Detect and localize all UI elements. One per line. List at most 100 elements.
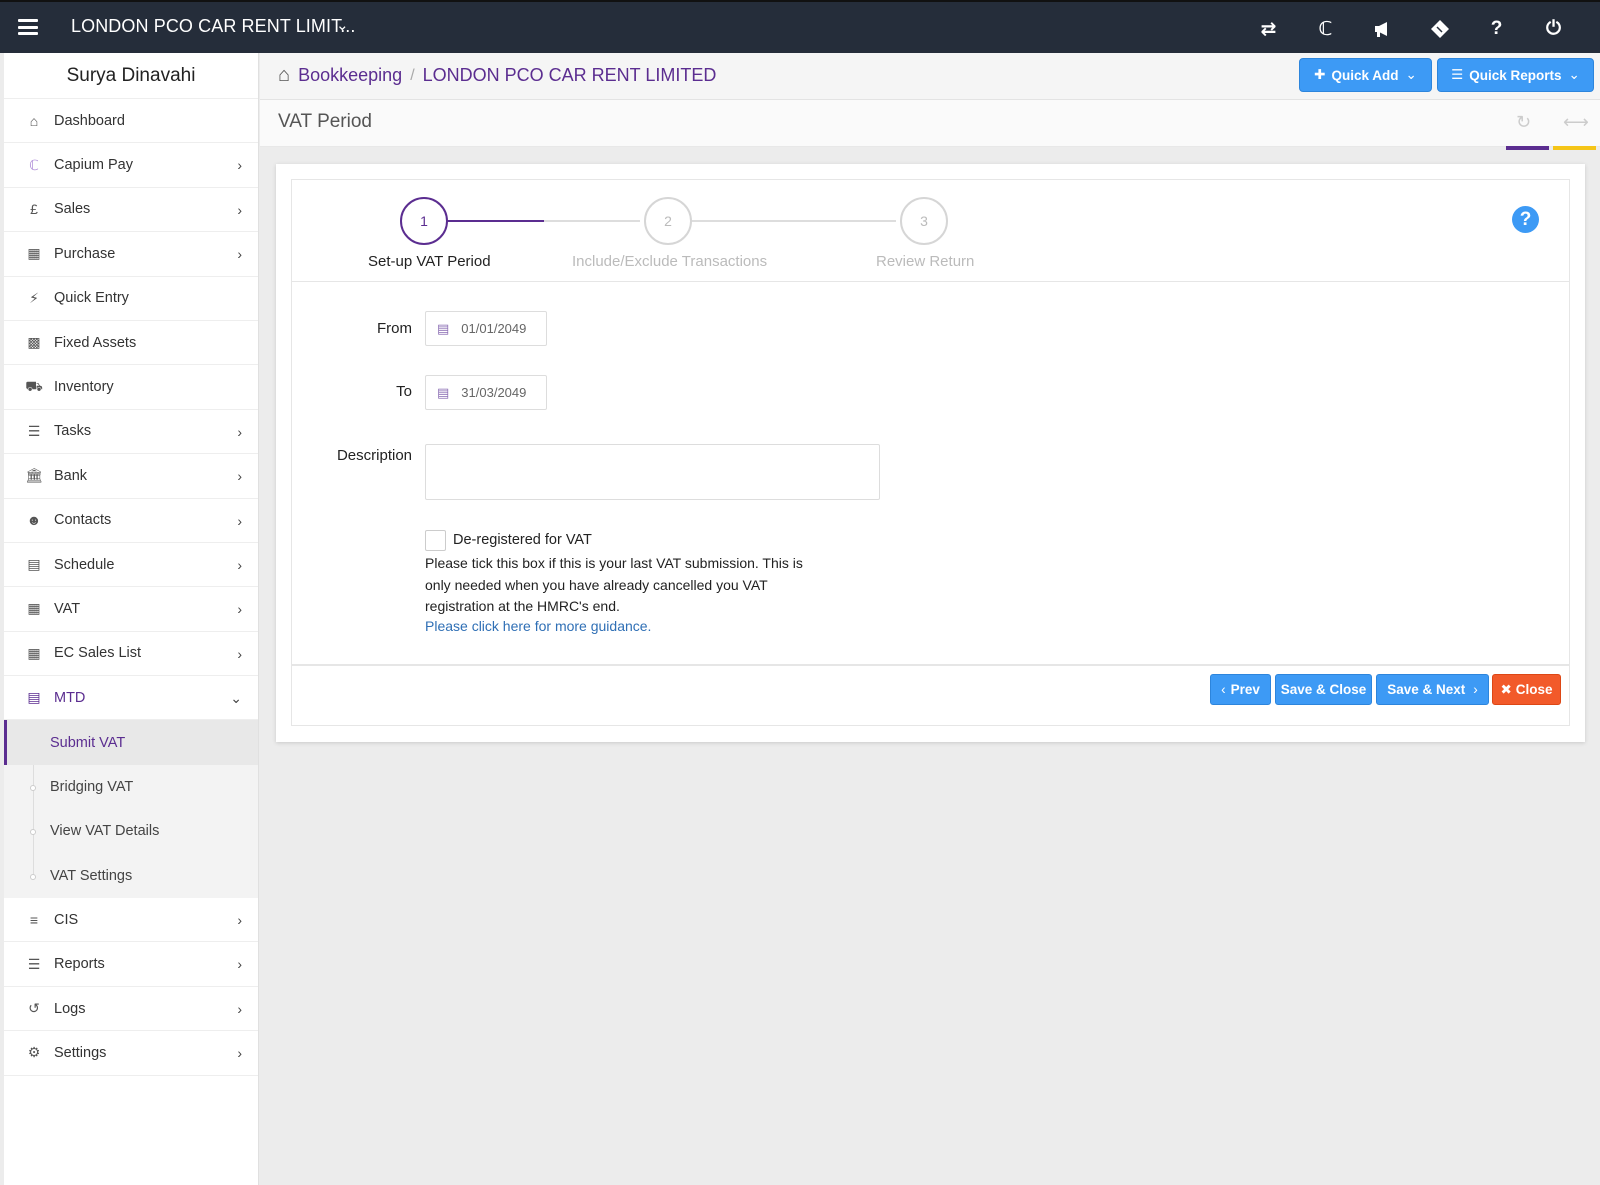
sidebar-item-label: VAT (54, 600, 81, 617)
megaphone-icon[interactable] (1354, 14, 1411, 44)
step-3-circle[interactable]: 3 (900, 197, 948, 245)
mtd-submenu: Submit VAT Bridging VAT View VAT Details… (4, 720, 258, 899)
help-icon[interactable]: ? (1468, 14, 1525, 44)
ticket-icon[interactable] (1411, 14, 1468, 44)
sidebar-subitem-label: Submit VAT (50, 734, 126, 751)
sidebar-item-label: Purchase (54, 245, 116, 262)
sidebar-subitem-label: VAT Settings (50, 867, 133, 884)
chevron-right-icon: › (237, 601, 242, 618)
close-button[interactable]: ✖ Close (1492, 674, 1561, 705)
description-label: Description (336, 447, 412, 464)
chevron-down-icon: ⌄ (1405, 67, 1417, 82)
sidebar-item-bank[interactable]: 🏛 Bank › (4, 454, 258, 499)
list-icon: ☰ (1451, 67, 1464, 82)
indent-icon: ≡ (29, 911, 39, 928)
sidebar-item-label: Fixed Assets (54, 334, 137, 351)
accent-bar-yellow (1553, 146, 1596, 150)
sidebar-item-capium-pay[interactable]: ℂ Capium Pay › (4, 143, 258, 188)
breadcrumb-bar: ⌂ Bookkeeping / LONDON PCO CAR RENT LIMI… (260, 53, 1600, 100)
truck-icon: ⛟ (25, 377, 43, 394)
save-next-button[interactable]: Save & Next › (1376, 674, 1489, 705)
sidebar-item-logs[interactable]: ↺ Logs › (4, 987, 258, 1032)
sidebar-item-reports[interactable]: ☰ Reports › (4, 942, 258, 987)
sidebar-item-label: Capium Pay (54, 157, 133, 174)
calendar-icon: ▤ (27, 689, 41, 706)
step-2-label: Include/Exclude Transactions (572, 253, 768, 270)
menu-toggle-icon[interactable] (18, 19, 38, 35)
cogs-icon: ⚙ (27, 1044, 41, 1061)
list-icon: ☰ (27, 955, 41, 972)
pound-icon: £ (30, 201, 38, 218)
chevron-right-icon: › (237, 423, 242, 440)
sidebar-item-fixed-assets[interactable]: ▩ Fixed Assets (4, 321, 258, 366)
chevron-down-icon[interactable]: ⌄ (336, 16, 349, 34)
breadcrumb-current[interactable]: LONDON PCO CAR RENT LIMITED (423, 65, 717, 86)
sidebar-subitem-label: Bridging VAT (50, 779, 134, 796)
sidebar-item-contacts[interactable]: ☻ Contacts › (4, 499, 258, 543)
sidebar-item-purchase[interactable]: ▦ Purchase › (4, 232, 258, 277)
bolt-icon: ⚡ (29, 289, 39, 306)
chevron-down-icon: ⌄ (230, 690, 242, 707)
sidebar-item-dashboard[interactable]: ⌂ Dashboard (4, 99, 258, 144)
sidebar-item-label: Quick Entry (54, 290, 129, 307)
main-panel: 1 2 3 Set-up VAT Period Include/Exclude … (276, 164, 1585, 742)
vat-period-card: 1 2 3 Set-up VAT Period Include/Exclude … (291, 179, 1570, 726)
sidebar-subitem-bridging-vat[interactable]: Bridging VAT (4, 765, 258, 809)
sidebar-item-tasks[interactable]: ☰ Tasks › (4, 410, 258, 455)
close-icon: ✖ (1500, 681, 1512, 697)
bullet-icon (30, 829, 36, 836)
sidebar-item-quick-entry[interactable]: ⚡ Quick Entry (4, 277, 258, 321)
sidebar-item-label: Dashboard (54, 112, 125, 129)
sidebar-item-schedule[interactable]: ▤ Schedule › (4, 543, 258, 588)
quick-reports-button[interactable]: ☰ Quick Reports ⌄ (1437, 58, 1594, 92)
sidebar-item-ec-sales-list[interactable]: ▦ EC Sales List › (4, 632, 258, 677)
plus-icon: ✚ (1314, 67, 1326, 82)
page-title: VAT Period (278, 111, 372, 132)
help-circle-icon[interactable]: ? (1512, 206, 1539, 233)
step-1-circle[interactable]: 1 (400, 197, 448, 245)
sidebar-item-settings[interactable]: ⚙ Settings › (4, 1031, 258, 1076)
sidebar-item-inventory[interactable]: ⛟ Inventory (4, 365, 258, 410)
capium-icon[interactable]: ℂ (1297, 14, 1354, 44)
from-date-value: 01/01/2049 (461, 321, 527, 336)
chevron-right-icon: › (237, 1045, 242, 1062)
step-3-label: Review Return (876, 253, 975, 270)
sidebar-item-vat[interactable]: ▦ VAT › (4, 587, 258, 632)
sidebar-item-label: Schedule (54, 556, 115, 573)
sidebar-item-label: Settings (54, 1044, 107, 1061)
company-selector[interactable]: LONDON PCO CAR RENT LIMIT... (71, 16, 356, 37)
to-label: To (396, 383, 412, 400)
sidebar-subitem-view-vat-details[interactable]: View VAT Details (4, 809, 258, 853)
step-2-circle[interactable]: 2 (644, 197, 692, 245)
chevron-right-icon: › (237, 556, 242, 573)
guidance-link[interactable]: Please click here for more guidance. (425, 618, 651, 634)
qr-icon: ▦ (27, 245, 41, 262)
sidebar-item-label: EC Sales List (54, 645, 142, 662)
sidebar-item-mtd[interactable]: ▤ MTD ⌄ (4, 676, 258, 721)
sidebar-item-sales[interactable]: £ Sales › (4, 188, 258, 233)
calculator-icon: ▦ (27, 600, 41, 617)
prev-button[interactable]: ‹ Prev (1210, 674, 1271, 705)
deregistered-checkbox[interactable] (425, 530, 446, 551)
bullet-icon (30, 873, 36, 880)
calendar-icon: ▤ (437, 320, 450, 336)
description-input[interactable] (425, 444, 880, 500)
home-icon[interactable]: ⌂ (278, 64, 290, 87)
breadcrumb-root[interactable]: Bookkeeping (298, 65, 402, 86)
sidebar-subitem-vat-settings[interactable]: VAT Settings (4, 854, 258, 898)
chevron-right-icon: › (237, 645, 242, 662)
quick-add-button[interactable]: ✚ Quick Add ⌄ (1299, 58, 1432, 92)
to-date-input[interactable]: ▤ 31/03/2049 (425, 375, 547, 410)
top-navbar: LONDON PCO CAR RENT LIMIT... ⌄ ⇄ ℂ ? ⏻ (0, 0, 1600, 53)
save-close-button[interactable]: Save & Close (1275, 674, 1372, 705)
accent-bar-purple (1506, 146, 1549, 150)
refresh-icon[interactable]: ↻ (1516, 112, 1531, 133)
expand-icon[interactable]: ⟷ (1563, 112, 1589, 133)
deregistered-label[interactable]: De-registered for VAT (453, 532, 592, 548)
sidebar-item-label: Tasks (54, 423, 92, 440)
sidebar-item-cis[interactable]: ≡ CIS › (4, 898, 258, 943)
power-icon[interactable]: ⏻ (1525, 14, 1582, 44)
transfer-icon[interactable]: ⇄ (1240, 14, 1297, 44)
sidebar-subitem-submit-vat[interactable]: Submit VAT (4, 720, 258, 765)
from-date-input[interactable]: ▤ 01/01/2049 (425, 311, 547, 346)
